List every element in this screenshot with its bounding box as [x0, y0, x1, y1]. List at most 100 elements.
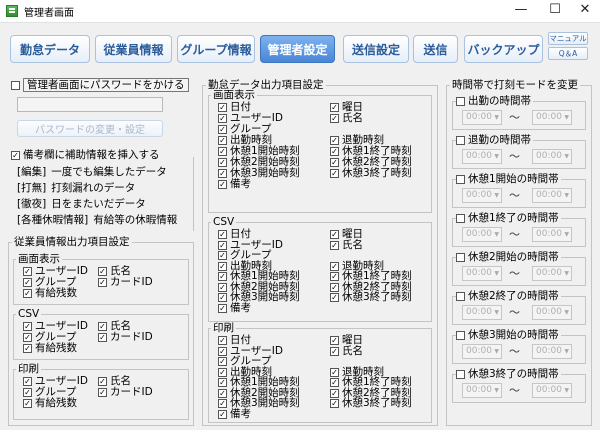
time-slot-toggle[interactable]: 出勤の時間帯 — [456, 95, 533, 107]
time-slot-toggle[interactable]: 休憩3開始の時間帯 — [456, 329, 561, 341]
employee-field[interactable]: 有給残数 — [23, 287, 77, 299]
employee-field-checkbox[interactable] — [23, 332, 32, 342]
employee-info-tab[interactable]: 従業員情報 — [95, 35, 172, 63]
employee-field-checkbox[interactable] — [98, 266, 107, 276]
employee-field[interactable]: 有給残数 — [23, 397, 77, 409]
employee-field-checkbox[interactable] — [23, 398, 32, 408]
attendance-field-checkbox[interactable] — [330, 146, 339, 156]
attendance-field[interactable]: 備考 — [218, 178, 251, 190]
attendance-field-checkbox[interactable] — [218, 356, 227, 366]
time-slot-checkbox[interactable] — [456, 291, 465, 301]
time-slot-toggle[interactable]: 休憩3終了の時間帯 — [456, 368, 561, 380]
time-to-select[interactable]: 00:00 — [532, 110, 572, 125]
password-input[interactable] — [17, 97, 163, 112]
attendance-field[interactable]: 備考 — [218, 302, 251, 314]
employee-field-checkbox[interactable] — [23, 321, 32, 331]
time-from-select[interactable]: 00:00 — [462, 188, 502, 203]
attendance-field-checkbox[interactable] — [218, 157, 227, 167]
password-change-button[interactable]: パスワードの変更・設定 — [17, 120, 163, 137]
attendance-field-checkbox[interactable] — [330, 271, 339, 281]
time-to-select[interactable]: 00:00 — [532, 227, 572, 242]
time-to-select[interactable]: 00:00 — [532, 188, 572, 203]
manual-button[interactable]: マニュアル — [548, 32, 588, 45]
attendance-field-checkbox[interactable] — [330, 113, 339, 123]
employee-field-checkbox[interactable] — [23, 343, 32, 353]
attendance-field-checkbox[interactable] — [218, 113, 227, 123]
employee-field-checkbox[interactable] — [98, 332, 107, 342]
attendance-field-checkbox[interactable] — [218, 377, 227, 387]
time-slot-checkbox[interactable] — [456, 135, 465, 145]
attendance-field[interactable]: 休憩3終了時刻 — [330, 397, 412, 409]
password-checkbox[interactable] — [11, 80, 20, 90]
employee-field-checkbox[interactable] — [23, 266, 32, 276]
attendance-field[interactable]: 備考 — [218, 408, 251, 420]
employee-field[interactable]: カードID — [98, 331, 153, 343]
password-toggle[interactable]: 管理者画面にパスワードをかける — [11, 78, 189, 92]
attendance-field-checkbox[interactable] — [330, 240, 339, 250]
attendance-field[interactable]: 氏名 — [330, 345, 363, 357]
employee-field-checkbox[interactable] — [98, 376, 107, 386]
minimize-button[interactable]: — — [506, 0, 536, 22]
attendance-field-checkbox[interactable] — [218, 398, 227, 408]
attendance-field-checkbox[interactable] — [330, 168, 339, 178]
maximize-button[interactable]: ☐ — [540, 0, 570, 22]
attendance-field-checkbox[interactable] — [330, 346, 339, 356]
attendance-field-checkbox[interactable] — [218, 179, 227, 189]
employee-field-checkbox[interactable] — [23, 288, 32, 298]
time-from-select[interactable]: 00:00 — [462, 344, 502, 359]
time-from-select[interactable]: 00:00 — [462, 110, 502, 125]
send-button[interactable]: 送信 — [413, 35, 458, 63]
attendance-field[interactable]: 休憩3終了時刻 — [330, 167, 412, 179]
attendance-field-checkbox[interactable] — [218, 292, 227, 302]
employee-field-checkbox[interactable] — [23, 277, 32, 287]
employee-field-checkbox[interactable] — [23, 387, 32, 397]
send-settings-button[interactable]: 送信設定 — [343, 35, 409, 63]
time-from-select[interactable]: 00:00 — [462, 266, 502, 281]
attendance-field[interactable]: 氏名 — [330, 112, 363, 124]
time-slot-checkbox[interactable] — [456, 213, 465, 223]
employee-field-checkbox[interactable] — [23, 376, 32, 386]
time-from-select[interactable]: 00:00 — [462, 149, 502, 164]
time-slot-toggle[interactable]: 休憩2終了の時間帯 — [456, 290, 561, 302]
attendance-field-checkbox[interactable] — [218, 168, 227, 178]
attendance-field-checkbox[interactable] — [218, 102, 227, 112]
time-from-select[interactable]: 00:00 — [462, 383, 502, 398]
time-to-select[interactable]: 00:00 — [532, 266, 572, 281]
employee-field[interactable]: カードID — [98, 276, 153, 288]
backup-button[interactable]: バックアップ — [464, 35, 543, 63]
attendance-field-checkbox[interactable] — [218, 135, 227, 145]
time-slot-checkbox[interactable] — [456, 330, 465, 340]
time-slot-checkbox[interactable] — [456, 369, 465, 379]
employee-field-checkbox[interactable] — [98, 321, 107, 331]
attendance-field-checkbox[interactable] — [218, 271, 227, 281]
attendance-field-checkbox[interactable] — [330, 335, 339, 345]
attendance-field-checkbox[interactable] — [330, 377, 339, 387]
time-slot-toggle[interactable]: 休憩2開始の時間帯 — [456, 251, 561, 263]
time-to-select[interactable]: 00:00 — [532, 305, 572, 320]
attendance-field-checkbox[interactable] — [218, 303, 227, 313]
attendance-field[interactable]: 休憩3終了時刻 — [330, 291, 412, 303]
attendance-field-checkbox[interactable] — [218, 250, 227, 260]
time-to-select[interactable]: 00:00 — [532, 344, 572, 359]
time-to-select[interactable]: 00:00 — [532, 383, 572, 398]
attendance-field-checkbox[interactable] — [218, 409, 227, 419]
attendance-field-checkbox[interactable] — [218, 146, 227, 156]
kintai-data-tab[interactable]: 勤怠データ — [10, 35, 90, 63]
employee-field[interactable]: カードID — [98, 386, 153, 398]
attendance-field-checkbox[interactable] — [218, 229, 227, 239]
qa-button[interactable]: Q＆A — [548, 47, 588, 60]
time-to-select[interactable]: 00:00 — [532, 149, 572, 164]
attendance-field-checkbox[interactable] — [218, 124, 227, 134]
employee-field-checkbox[interactable] — [98, 277, 107, 287]
employee-field-checkbox[interactable] — [98, 387, 107, 397]
time-slot-checkbox[interactable] — [456, 252, 465, 262]
attendance-field-checkbox[interactable] — [218, 335, 227, 345]
close-button[interactable]: ✕ — [570, 0, 600, 22]
time-slot-checkbox[interactable] — [456, 96, 465, 106]
time-from-select[interactable]: 00:00 — [462, 227, 502, 242]
group-info-tab[interactable]: グループ情報 — [177, 35, 255, 63]
attendance-field[interactable]: 氏名 — [330, 239, 363, 251]
attendance-field-checkbox[interactable] — [330, 102, 339, 112]
attendance-field-checkbox[interactable] — [330, 157, 339, 167]
time-slot-toggle[interactable]: 休憩1終了の時間帯 — [456, 212, 561, 224]
